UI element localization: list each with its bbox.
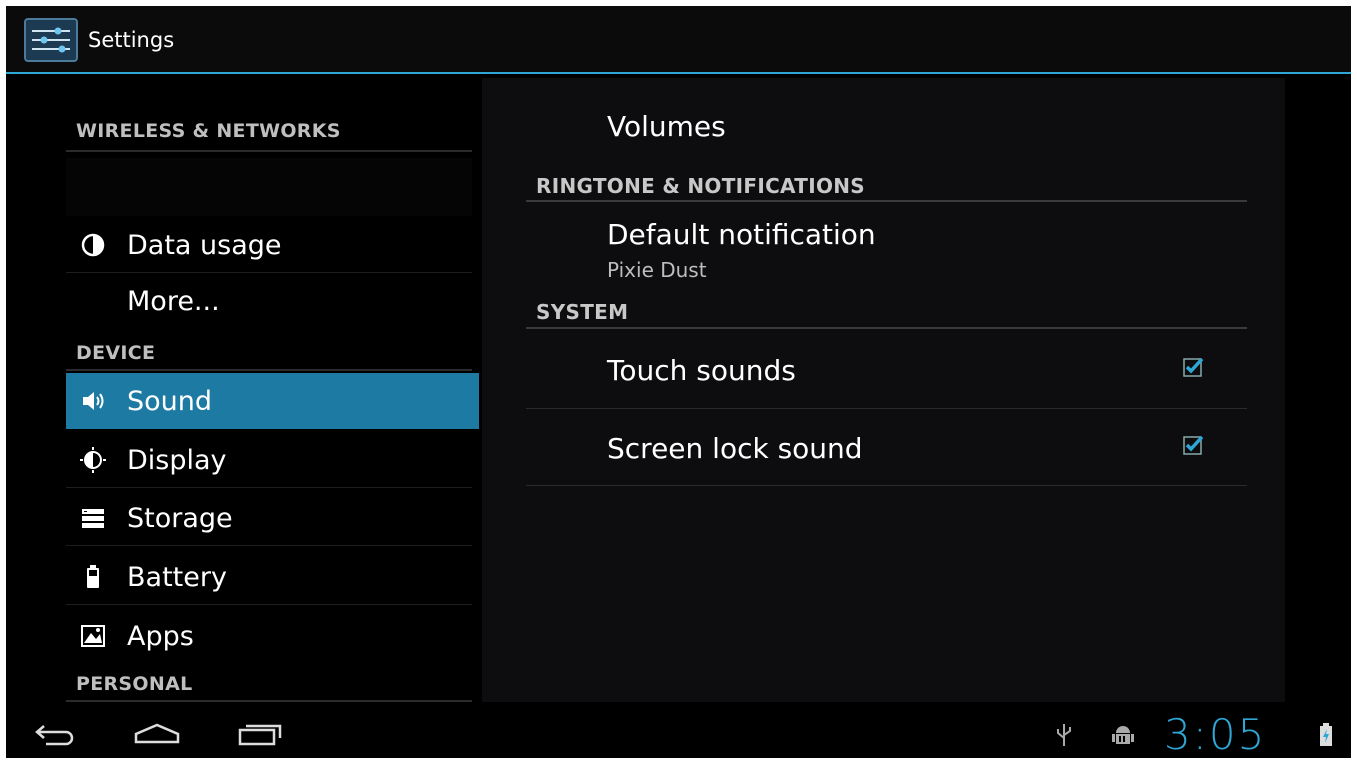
system-bar: 3:05 — [6, 708, 1351, 758]
detail-pane: Volumes RINGTONE & NOTIFICATIONS Default… — [482, 78, 1285, 702]
header-divider — [66, 369, 472, 371]
storage-icon — [82, 509, 104, 528]
battery-icon — [87, 565, 99, 588]
header-wireless-networks: WIRELESS & NETWORKS — [76, 120, 341, 142]
screen: Settings WIRELESS & NETWORKS Data usage … — [6, 6, 1351, 758]
battery-charging-icon — [1320, 723, 1332, 746]
screen-lock-sound-checkbox[interactable] — [1182, 434, 1204, 456]
action-bar-divider — [6, 72, 1351, 74]
sidebar-item-sound[interactable]: Sound — [66, 373, 479, 429]
header-divider — [66, 700, 472, 702]
sidebar-item-label: Battery — [127, 562, 227, 593]
sidebar-item-data-usage[interactable]: Data usage — [66, 217, 472, 273]
touch-sounds-checkbox[interactable] — [1182, 356, 1204, 378]
sidebar-item-label: Display — [127, 445, 227, 476]
android-debug-icon — [1112, 726, 1134, 744]
apps-icon — [81, 625, 105, 647]
header-divider — [66, 150, 472, 152]
action-bar: Settings — [6, 6, 1351, 74]
app-title: Settings — [88, 28, 175, 52]
volumes-item[interactable]: Volumes — [607, 110, 726, 143]
touch-sounds-label: Touch sounds — [607, 354, 796, 387]
header-divider — [526, 200, 1247, 202]
sidebar-item-more[interactable]: More... — [66, 275, 472, 331]
usb-icon — [1057, 724, 1071, 746]
default-notification-title: Default notification — [607, 218, 876, 251]
divider — [66, 487, 472, 488]
header-ringtone-notifications: RINGTONE & NOTIFICATIONS — [536, 174, 866, 198]
divider — [66, 272, 472, 273]
back-icon[interactable] — [34, 722, 78, 746]
header-system: SYSTEM — [536, 300, 629, 324]
header-device: DEVICE — [76, 342, 156, 364]
divider — [526, 485, 1247, 486]
screen-lock-sound-label: Screen lock sound — [607, 432, 863, 465]
sidebar-item-battery[interactable]: Battery — [66, 549, 472, 605]
sidebar-item-label: More... — [127, 286, 220, 317]
default-notification-summary: Pixie Dust — [607, 258, 707, 282]
clock[interactable]: 3:05 — [1164, 710, 1266, 758]
header-divider — [526, 327, 1247, 329]
divider — [66, 604, 472, 605]
sidebar-item-display[interactable]: Display — [66, 432, 472, 488]
sidebar: WIRELESS & NETWORKS Data usage More... D… — [66, 76, 479, 708]
recent-apps-icon[interactable] — [236, 722, 284, 746]
settings-sliders-icon[interactable] — [24, 18, 78, 62]
sidebar-item-label: Data usage — [127, 230, 282, 261]
data-usage-icon — [81, 233, 105, 257]
sidebar-item-storage[interactable]: Storage — [66, 490, 472, 546]
sound-icon — [83, 392, 104, 410]
divider — [66, 545, 472, 546]
display-icon — [80, 447, 106, 473]
sidebar-item-label: Apps — [127, 621, 194, 652]
sidebar-item-label: Storage — [127, 503, 233, 534]
sidebar-item-label: Sound — [127, 386, 213, 417]
sidebar-item-apps[interactable]: Apps — [66, 608, 472, 664]
blank-row — [66, 158, 472, 216]
divider — [526, 408, 1247, 409]
home-icon[interactable] — [132, 722, 182, 746]
header-personal: PERSONAL — [76, 673, 193, 695]
